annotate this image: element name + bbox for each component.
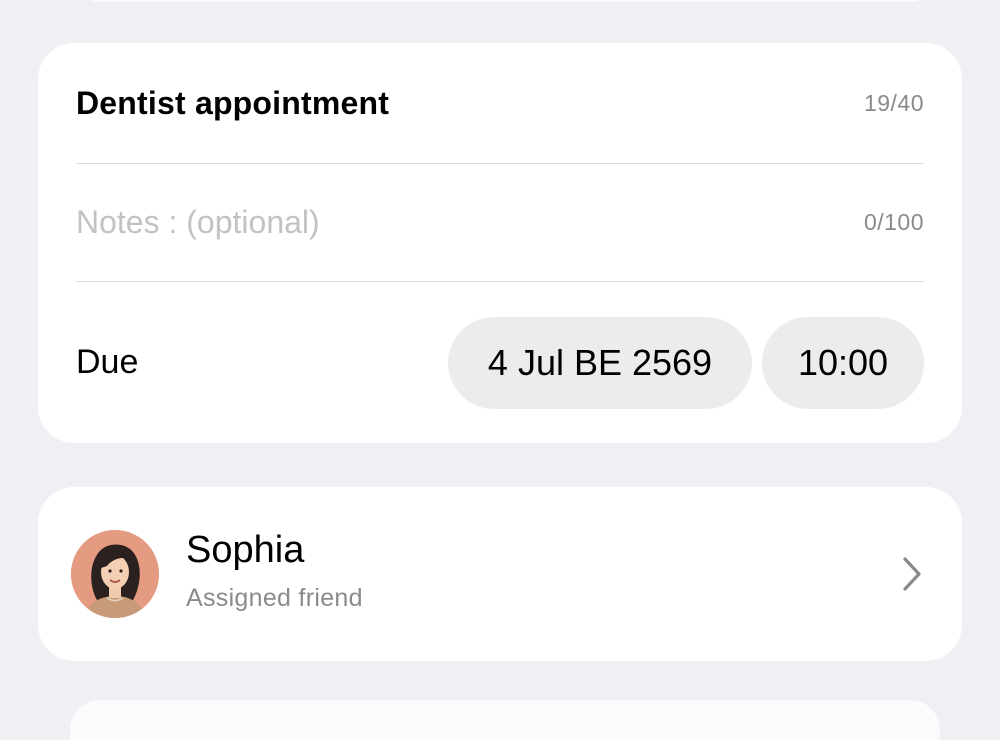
title-character-counter: 19/40 <box>863 89 924 116</box>
assigned-friend-row[interactable]: Sophia Assigned friend <box>71 487 924 661</box>
friend-text: Sophia Assigned friend <box>186 529 900 613</box>
friend-name: Sophia <box>186 529 305 571</box>
due-label: Due <box>76 343 139 381</box>
avatar <box>71 530 159 618</box>
title-row[interactable]: Dentist appointment 19/40 <box>76 43 924 163</box>
friend-subtitle: Assigned friend <box>186 584 363 612</box>
due-row: Due 4 Jul BE 2569 10:00 <box>76 282 924 443</box>
task-title[interactable]: Dentist appointment <box>76 85 389 122</box>
notes-character-counter: 0/100 <box>863 209 924 235</box>
previous-card <box>70 0 940 2</box>
due-pickers: 4 Jul BE 2569 10:00 <box>448 316 924 409</box>
due-time-button[interactable]: 10:00 <box>762 316 924 409</box>
avatar-illustration-icon <box>71 530 159 618</box>
next-card <box>70 700 940 740</box>
chevron-right-icon[interactable] <box>900 554 924 594</box>
due-date-button[interactable]: 4 Jul BE 2569 <box>448 316 752 409</box>
assigned-friend-card[interactable]: Sophia Assigned friend <box>38 487 962 661</box>
notes-row[interactable]: 0/100 <box>76 164 924 281</box>
task-details-card: Dentist appointment 19/40 0/100 Due 4 Ju… <box>38 43 962 443</box>
notes-input[interactable] <box>76 204 676 241</box>
